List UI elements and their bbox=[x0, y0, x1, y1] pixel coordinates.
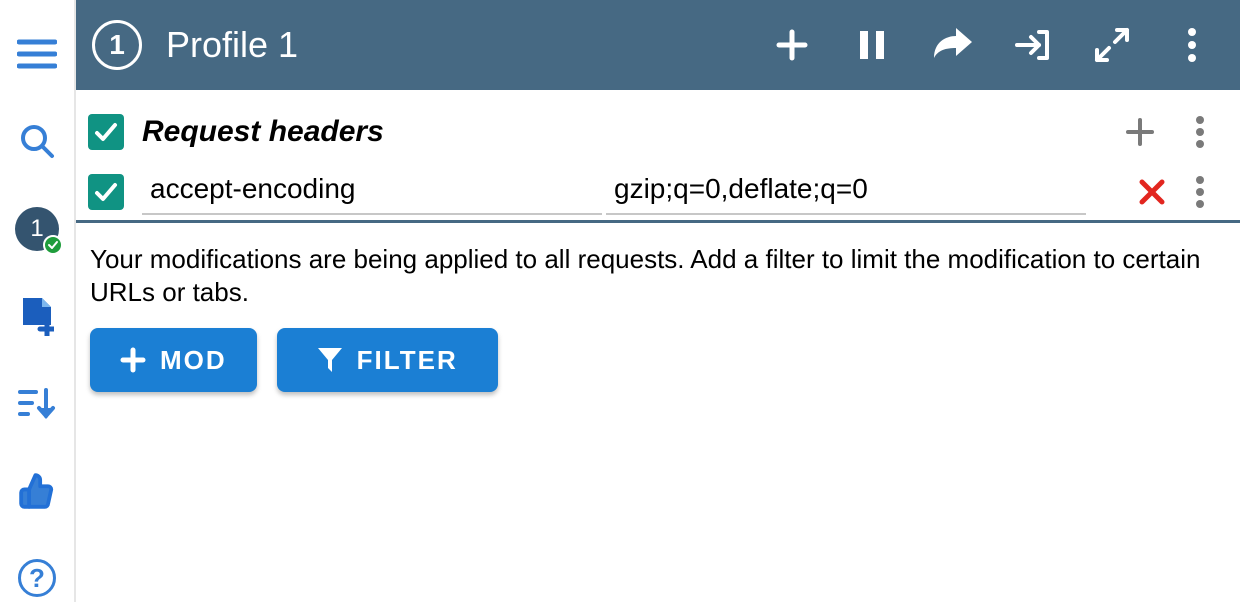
page-title: Profile 1 bbox=[166, 24, 298, 66]
main-content: 1 Profile 1 bbox=[76, 0, 1240, 602]
info-panel: Your modifications are being applied to … bbox=[76, 223, 1240, 392]
header-checkbox[interactable] bbox=[88, 174, 124, 210]
section-checkbox[interactable] bbox=[88, 114, 124, 150]
filter-icon bbox=[317, 346, 343, 374]
section-request-headers: Request headers bbox=[76, 90, 1240, 168]
sort-button[interactable] bbox=[13, 380, 61, 427]
help-button[interactable]: ? bbox=[13, 555, 61, 602]
add-mod-button[interactable]: MOD bbox=[90, 328, 257, 392]
filter-label: FILTER bbox=[357, 345, 458, 376]
pause-button[interactable] bbox=[840, 13, 904, 77]
delete-header-button[interactable] bbox=[1128, 168, 1176, 216]
share-button[interactable] bbox=[920, 13, 984, 77]
help-icon: ? bbox=[29, 563, 45, 594]
section-more-button[interactable] bbox=[1176, 108, 1224, 156]
check-badge-icon bbox=[43, 235, 63, 255]
thumbs-up-button[interactable] bbox=[13, 467, 61, 514]
profile-number-icon: 1 bbox=[92, 20, 142, 70]
profile-chip[interactable]: 1 bbox=[13, 205, 61, 252]
plus-icon bbox=[120, 347, 146, 373]
info-text: Your modifications are being applied to … bbox=[90, 243, 1216, 308]
sidebar: 1 bbox=[0, 0, 76, 602]
new-file-button[interactable] bbox=[13, 292, 61, 339]
header-more-button[interactable] bbox=[1176, 168, 1224, 216]
search-button[interactable] bbox=[13, 117, 61, 164]
more-button[interactable] bbox=[1160, 13, 1224, 77]
section-title: Request headers bbox=[142, 115, 1104, 149]
header-value-input[interactable] bbox=[606, 169, 1086, 215]
menu-button[interactable] bbox=[13, 30, 61, 77]
app-bar: 1 Profile 1 bbox=[76, 0, 1240, 90]
add-mod-label: MOD bbox=[160, 345, 227, 376]
import-button[interactable] bbox=[1000, 13, 1064, 77]
profile-chip-number: 1 bbox=[30, 215, 43, 243]
header-name-input[interactable] bbox=[142, 169, 602, 215]
header-row bbox=[76, 168, 1240, 220]
add-button[interactable] bbox=[760, 13, 824, 77]
fullscreen-button[interactable] bbox=[1080, 13, 1144, 77]
filter-button[interactable]: FILTER bbox=[277, 328, 498, 392]
section-add-button[interactable] bbox=[1116, 108, 1164, 156]
